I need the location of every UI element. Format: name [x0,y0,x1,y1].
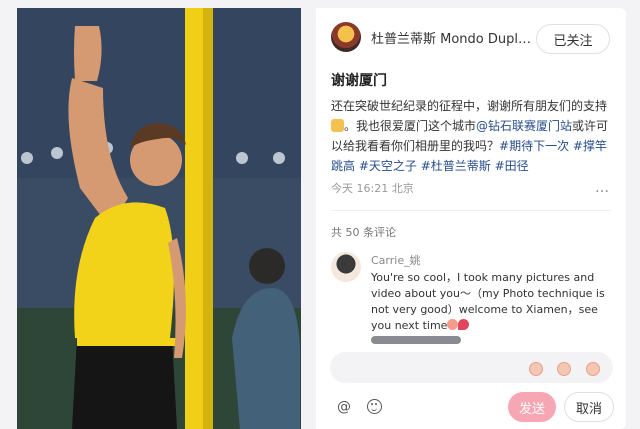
post-text-1: 还在突破世纪纪录的征程中，谢谢所有朋友们的支持 [331,99,608,113]
comment-image-strip[interactable] [371,336,461,344]
post-detail-modal: 杜普兰蒂斯 Mondo Duplantis 已关注 谢谢厦门 还在突破世纪纪录的… [0,0,640,429]
post-photo[interactable] [17,8,301,429]
post-text-2: 。我也很爱厦门这个城市 [344,119,477,133]
strong-arm-emoji-icon [331,119,344,132]
send-button[interactable]: 发送 [508,392,556,422]
divider [331,210,611,211]
reaction-face-icon[interactable] [529,362,543,376]
hashtag-link[interactable]: #期待下一次 [499,139,569,153]
post-title: 谢谢厦门 [331,73,387,89]
author-name[interactable]: 杜普兰蒂斯 Mondo Duplantis [371,28,531,47]
comment-body: You're so cool，I took many pictures and … [371,271,605,332]
face-emoji-icon [447,319,459,330]
cancel-button[interactable]: 取消 [564,392,614,422]
athlete-photo-illustration [17,8,301,429]
post-timestamp: 今天 16:21 北京 [331,182,414,195]
comment-count: 共 50 条评论 [331,226,396,239]
commenter-name[interactable]: Carrie_姚 [371,252,421,268]
post-body: 还在突破世纪纪录的征程中，谢谢所有朋友们的支持。我也很爱厦门这个城市@钻石联赛厦… [331,96,613,176]
reaction-face-icon[interactable] [557,362,571,376]
author-avatar[interactable] [331,22,361,52]
hashtag-link[interactable]: #杜普兰蒂斯 [421,159,491,173]
follow-button[interactable]: 已关注 [536,24,610,54]
mention-link[interactable]: @钻石联赛厦门站 [476,119,572,133]
reaction-face-icon[interactable] [586,362,600,376]
emoji-icon[interactable] [367,399,382,414]
commenter-avatar[interactable] [331,252,361,282]
at-icon[interactable]: @ [337,399,351,415]
comment-text: You're so cool，I took many pictures and … [371,270,613,334]
balloon-emoji-icon [458,319,470,330]
hashtag-link[interactable]: #田径 [495,159,529,173]
more-icon[interactable]: … [595,180,609,196]
hashtag-link[interactable]: #天空之子 [359,159,417,173]
